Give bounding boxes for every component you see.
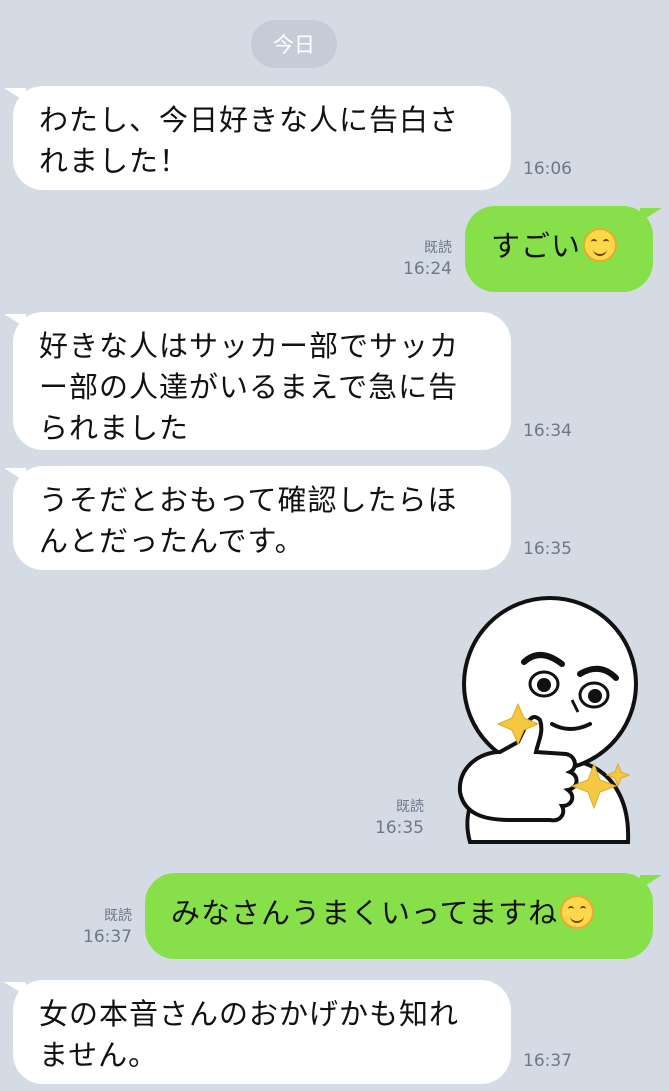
outgoing-message[interactable]: すごい	[465, 206, 662, 292]
date-divider: 今日	[251, 20, 337, 68]
message-text: すごい	[491, 229, 582, 263]
message-time: 16:06	[523, 159, 572, 179]
message-text: みなさんうまくいってますね	[171, 896, 559, 930]
read-label: 既読	[424, 240, 452, 256]
message-time: 16:24	[403, 259, 452, 279]
outgoing-message[interactable]: みなさんうまくいってますね	[145, 873, 662, 959]
message-text: うそだとおもって確認したらほんとだったんです。	[39, 483, 458, 558]
incoming-message[interactable]: 好きな人はサッカー部でサッカー部の人達がいるまえで急に告られました	[4, 312, 511, 450]
read-receipt: 既読 16:24	[380, 238, 452, 280]
message-text: わたし、今日好きな人に告白されました！	[39, 103, 460, 178]
message-time: 16:37	[523, 1051, 572, 1071]
message-time: 16:35	[375, 818, 424, 838]
message-text: 好きな人はサッカー部でサッカー部の人達がいるまえで急に告られました	[39, 329, 460, 445]
read-receipt: 既読 16:37	[60, 906, 132, 948]
smiling-face-icon	[583, 228, 618, 262]
smiling-face-icon	[560, 895, 595, 929]
message-time: 16:35	[523, 539, 572, 559]
read-receipt: 既読 16:35	[352, 797, 424, 839]
read-label: 既読	[104, 908, 132, 924]
message-text: 女の本音さんのおかげかも知れません。	[39, 997, 460, 1072]
incoming-message[interactable]: うそだとおもって確認したらほんとだったんです。	[4, 466, 511, 570]
message-time: 16:37	[83, 927, 132, 947]
thumbs-up-character-sticker[interactable]	[440, 592, 640, 852]
incoming-message[interactable]: 女の本音さんのおかげかも知れません。	[4, 980, 511, 1084]
incoming-message[interactable]: わたし、今日好きな人に告白されました！	[4, 86, 511, 190]
message-time: 16:34	[523, 421, 572, 441]
read-label: 既読	[396, 799, 424, 815]
